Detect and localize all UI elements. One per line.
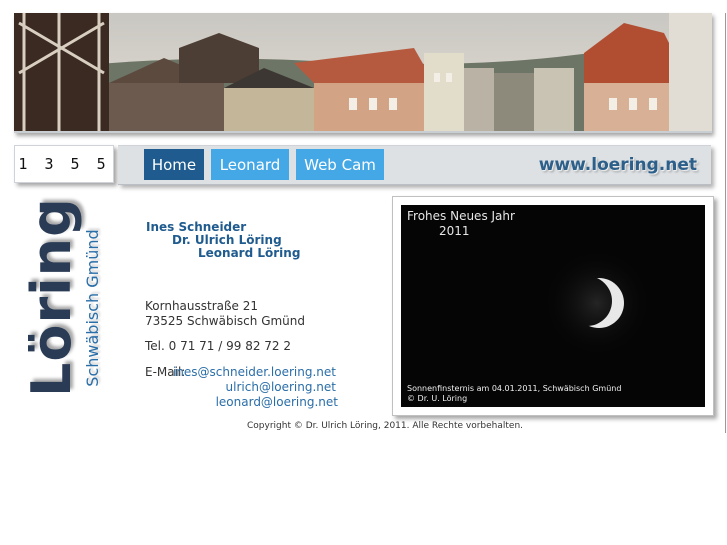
header-banner-image (14, 13, 712, 133)
town-panorama-image (14, 13, 712, 131)
email-link-ines[interactable]: ines@schneider.loering.net (173, 365, 336, 380)
phone-number: Tel. 0 71 71 / 99 82 72 2 (145, 339, 291, 353)
copyright-notice: Copyright © Dr. Ulrich Löring, 2011. All… (247, 421, 524, 431)
logo-family-name: Löring (20, 197, 83, 397)
address-city: 73525 Schwäbisch Gmünd (145, 314, 306, 328)
visitor-counter: 1 3 5 5 (14, 145, 114, 183)
site-url-logo: www.loering.net (538, 155, 697, 175)
caption-credit: © Dr. U. Löring (407, 394, 468, 403)
page-right-border (725, 13, 726, 433)
email-link-ulrich[interactable]: ulrich@loering.net (226, 380, 336, 395)
family-names: Ines Schneider Dr. Ulrich Löring Leonard… (146, 221, 300, 260)
logo-city-name: Schwäbisch Gmünd (83, 229, 102, 387)
address-street: Kornhausstraße 21 (145, 299, 259, 313)
postal-address: Kornhausstraße 21 73525 Schwäbisch Gmünd (145, 299, 305, 329)
caption-line: Sonnenfinsternis am 04.01.2011, Schwäbis… (407, 384, 622, 393)
email-list: E-Mail: ines@schneider.loering.net ulric… (145, 365, 345, 410)
eclipse-photo-frame: Frohes Neues Jahr 2011 Sonnenfinsternis … (392, 196, 714, 416)
name-leonard: Leonard Löring (198, 246, 301, 260)
greeting-year: 2011 (439, 224, 470, 238)
nav-webcam-button[interactable]: Web Cam (296, 149, 384, 180)
nav-home-button[interactable]: Home (144, 149, 204, 180)
main-nav-bar: Home Leonard Web Cam www.loering.net (118, 145, 711, 185)
eclipse-photo: Frohes Neues Jahr 2011 Sonnenfinsternis … (401, 205, 705, 407)
photo-caption: Sonnenfinsternis am 04.01.2011, Schwäbis… (407, 384, 621, 404)
site-logo: Löring Schwäbisch Gmünd (10, 195, 102, 425)
email-link-leonard[interactable]: leonard@loering.net (216, 395, 338, 410)
photo-greeting: Frohes Neues Jahr 2011 (407, 209, 515, 239)
greeting-line: Frohes Neues Jahr (407, 209, 515, 223)
nav-leonard-button[interactable]: Leonard (211, 149, 289, 180)
